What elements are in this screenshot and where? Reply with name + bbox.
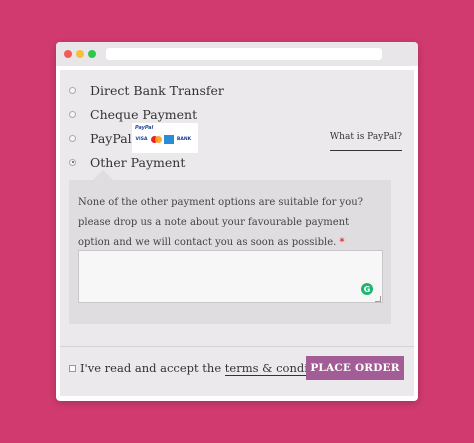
titlebar bbox=[56, 42, 418, 66]
other-payment-description: None of the other payment options are su… bbox=[78, 193, 384, 253]
payment-note-textarea[interactable] bbox=[78, 250, 383, 303]
amex-card-icon bbox=[164, 135, 174, 144]
maximize-window-icon[interactable] bbox=[88, 50, 96, 58]
grammarly-icon[interactable]: G bbox=[361, 283, 373, 295]
browser-window: Direct Bank Transfer Cheque Payment PayP… bbox=[56, 42, 418, 401]
payment-option-label: Other Payment bbox=[90, 154, 186, 170]
paypal-acceptance-logos: PayPal VISA BANK bbox=[132, 123, 198, 153]
required-asterisk: * bbox=[339, 237, 345, 248]
payment-option-label: PayPal bbox=[90, 130, 132, 146]
resize-grip-icon[interactable] bbox=[375, 296, 381, 302]
terms-text: I've read and accept the terms & conditi… bbox=[80, 361, 337, 376]
what-is-paypal-link[interactable]: What is PayPal? bbox=[329, 132, 402, 151]
terms-row: I've read and accept the terms & conditi… bbox=[69, 356, 337, 380]
radio-cheque[interactable] bbox=[69, 110, 76, 118]
checkout-payment-panel: Direct Bank Transfer Cheque Payment PayP… bbox=[60, 70, 414, 396]
minimize-window-icon[interactable] bbox=[76, 50, 84, 58]
address-bar[interactable] bbox=[106, 48, 382, 60]
paypal-logo-icon: PayPal bbox=[135, 125, 154, 131]
payment-option-label: Cheque Payment bbox=[90, 106, 198, 122]
radio-other[interactable] bbox=[69, 158, 76, 166]
divider bbox=[60, 346, 414, 347]
radio-bank-transfer[interactable] bbox=[69, 86, 76, 94]
close-window-icon[interactable] bbox=[64, 50, 72, 58]
other-payment-description-box: None of the other payment options are su… bbox=[69, 170, 391, 324]
terms-prefix: I've read and accept the bbox=[80, 361, 225, 375]
place-order-button[interactable]: PLACE ORDER bbox=[306, 356, 404, 380]
radio-paypal[interactable] bbox=[69, 134, 76, 142]
terms-checkbox[interactable] bbox=[69, 364, 76, 372]
payment-option-label: Direct Bank Transfer bbox=[90, 82, 224, 98]
bank-icon: BANK bbox=[176, 137, 192, 142]
description-text: None of the other payment options are su… bbox=[78, 197, 364, 248]
visa-card-icon: VISA bbox=[135, 137, 148, 142]
mastercard-icon bbox=[150, 135, 162, 144]
